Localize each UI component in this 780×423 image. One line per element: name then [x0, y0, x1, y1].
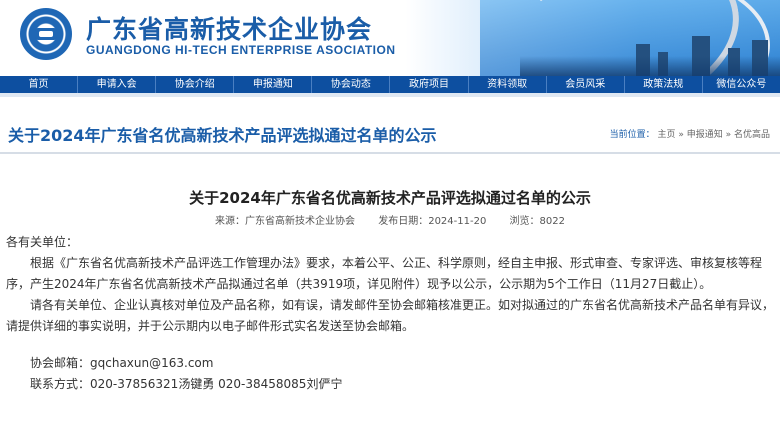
contact-phone: 联系方式：020-37856321汤键勇 020-38458085刘俨宁 — [30, 377, 343, 391]
nav-item-news[interactable]: 协会动态 — [312, 76, 391, 93]
breadcrumb-label: 当前位置： — [609, 130, 655, 140]
heading-divider — [0, 152, 780, 154]
breadcrumb-home[interactable]: 主页 — [657, 130, 675, 140]
article-source: 来源：广东省高新技术企业协会 — [215, 216, 356, 227]
breadcrumb-notices[interactable]: 申报通知 — [687, 130, 723, 140]
article-paragraph: 请各有关单位、企业认真核对单位及产品名称，如有误，请发邮件至协会邮箱核准更正。如… — [6, 298, 775, 333]
breadcrumb: 当前位置： 主页 » 申报通知 » 名优高品 — [610, 127, 770, 140]
nav-item-policies[interactable]: 政策法规 — [625, 76, 703, 93]
nav-divider — [0, 93, 780, 97]
nav-item-members[interactable]: 会员风采 — [547, 76, 625, 93]
article-title: 关于2024年广东省名优高新技术产品评选拟通过名单的公示 — [189, 189, 591, 207]
nav-item-home[interactable]: 首页 — [0, 76, 79, 93]
site-title: 广东省高新技术企业协会 — [86, 15, 373, 44]
article-date: 发布日期：2024-11-20 — [378, 216, 487, 227]
article-body: 各有关单位： 根据《广东省名优高新技术产品评选工作管理办法》要求，本着公平、公正… — [6, 232, 776, 337]
header-banner: 广东省高新技术企业协会 GUANGDONG HI-TECH ENTERPRISE… — [0, 0, 780, 76]
breadcrumb-separator: » — [722, 130, 734, 140]
article-greeting: 各有关单位： — [6, 235, 79, 249]
nav-item-notices[interactable]: 申报通知 — [234, 76, 313, 93]
breadcrumb-category[interactable]: 名优高品 — [734, 130, 770, 140]
contact-email: 协会邮箱：gqchaxun@163.com — [30, 356, 214, 370]
banner-skyline-glow — [520, 56, 780, 76]
article-meta: 来源：广东省高新技术企业协会 发布日期：2024-11-20 浏览：8022 — [0, 212, 780, 227]
breadcrumb-separator: » — [675, 130, 687, 140]
page-heading: 关于2024年广东省名优高新技术产品评选拟通过名单的公示 — [8, 126, 437, 145]
article-views: 浏览：8022 — [509, 216, 565, 227]
main-nav: 首页 申请入会 协会介绍 申报通知 协会动态 政府项目 资料领取 会员风采 政策… — [0, 76, 780, 93]
nav-item-wechat[interactable]: 微信公众号 — [703, 76, 780, 93]
site-subtitle: GUANGDONG HI-TECH ENTERPRISE ASOCIATION — [86, 43, 396, 57]
nav-item-gov-projects[interactable]: 政府项目 — [390, 76, 469, 93]
contact-block: 协会邮箱：gqchaxun@163.com 联系方式：020-37856321汤… — [30, 353, 342, 395]
nav-item-about[interactable]: 协会介绍 — [156, 76, 235, 93]
article-paragraph: 根据《广东省名优高新技术产品评选工作管理办法》要求，本着公平、公正、科学原则，经… — [6, 256, 763, 291]
association-logo-icon[interactable] — [20, 8, 72, 60]
nav-item-join[interactable]: 申请入会 — [78, 76, 157, 93]
nav-item-materials[interactable]: 资料领取 — [469, 76, 547, 93]
